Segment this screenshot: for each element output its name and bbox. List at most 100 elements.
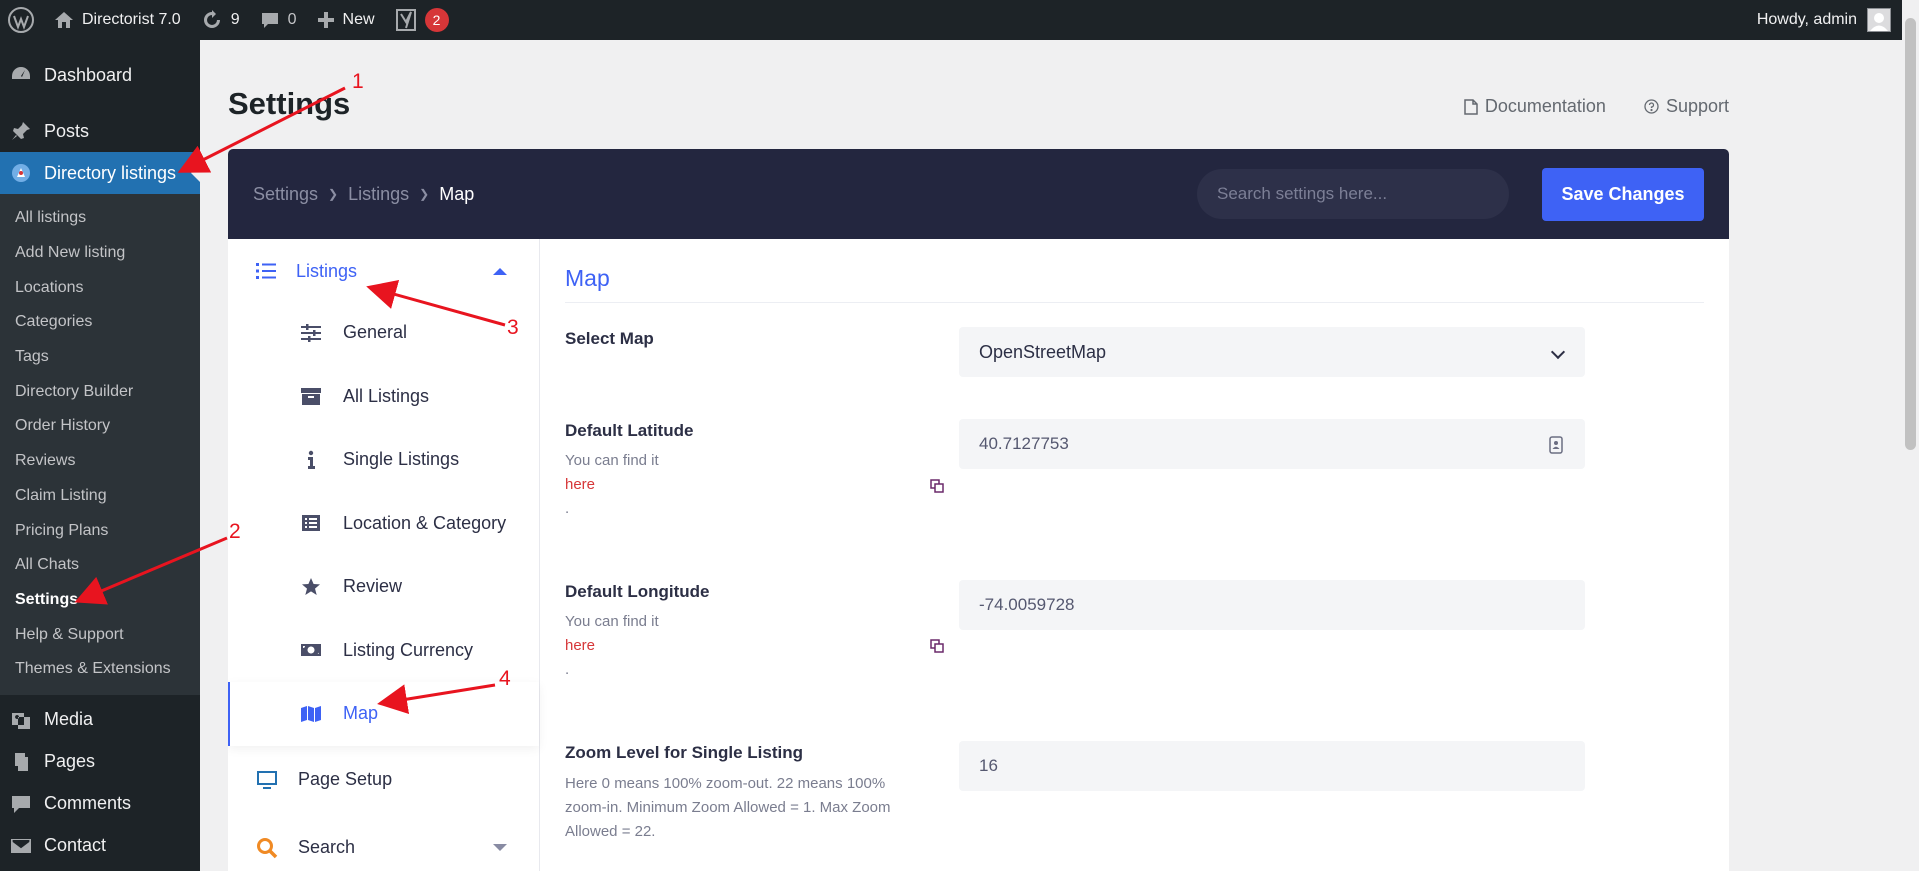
yoast-link[interactable]: 2: [385, 0, 459, 40]
longitude-find-text: You can find it: [565, 613, 659, 630]
submenu-add-new-listing[interactable]: Add New listing: [0, 236, 200, 271]
longitude-value: -74.0059728: [979, 595, 1075, 614]
wordpress-logo-icon[interactable]: [0, 0, 44, 40]
menu-contact-label: Contact: [44, 835, 107, 856]
submenu-directory-builder[interactable]: Directory Builder: [0, 374, 200, 409]
select-map-dropdown[interactable]: OpenStreetMap: [959, 327, 1585, 377]
settings-topbar: Settings ❯ Listings ❯ Map Save Changes: [228, 149, 1729, 239]
submenu-claim-listing[interactable]: Claim Listing: [0, 479, 200, 514]
updates-count: 9: [230, 11, 240, 28]
caret-down-icon[interactable]: [493, 844, 507, 851]
howdy-text[interactable]: Howdy, admin: [1757, 11, 1857, 29]
site-name-link[interactable]: Directorist 7.0: [44, 0, 191, 40]
nav-group-listings-label: Listings: [296, 260, 358, 281]
nav-item-all-listings[interactable]: All Listings: [228, 365, 539, 429]
menu-dashboard[interactable]: Dashboard: [0, 54, 200, 96]
zoom-description: Here 0 means 100% zoom-out. 22 means 100…: [565, 775, 891, 840]
support-link[interactable]: Support: [1644, 96, 1729, 117]
submenu-order-history[interactable]: Order History: [0, 409, 200, 444]
search-icon: [257, 837, 278, 858]
longitude-input[interactable]: -74.0059728: [959, 580, 1585, 630]
nav-item-location-category[interactable]: Location & Category: [228, 492, 539, 556]
avatar[interactable]: [1867, 8, 1891, 32]
breadcrumb-listings[interactable]: Listings: [348, 184, 409, 205]
caret-up-icon[interactable]: [493, 267, 507, 275]
yoast-badge: 2: [424, 8, 449, 32]
page-title: Settings: [228, 86, 351, 121]
latitude-find-text: You can find it: [565, 452, 659, 469]
nav-item-map[interactable]: Map: [228, 682, 539, 746]
list-alt-icon: [302, 515, 320, 532]
submenu-all-chats[interactable]: All Chats: [0, 548, 200, 583]
submenu-themes-extensions[interactable]: Themes & Extensions: [0, 652, 200, 687]
contact-card-icon: [1549, 436, 1563, 454]
nav-group-page-setup[interactable]: Page Setup: [228, 746, 539, 814]
submenu-categories[interactable]: Categories: [0, 305, 200, 340]
menu-directory-listings[interactable]: Directory listings: [0, 152, 200, 194]
chevron-down-icon: [1550, 344, 1566, 360]
media-icon: [12, 712, 30, 729]
menu-directory-listings-label: Directory listings: [44, 162, 177, 183]
admin-bar: Directorist 7.0 9 0 New 2 Howdy, admin: [0, 0, 1919, 40]
breadcrumb-settings[interactable]: Settings: [253, 184, 318, 205]
submenu-reviews[interactable]: Reviews: [0, 444, 200, 479]
nav-item-review-label: Review: [343, 576, 403, 597]
archive-icon: [301, 388, 321, 406]
submenu-pricing-plans[interactable]: Pricing Plans: [0, 513, 200, 548]
zoom-input[interactable]: 16: [959, 741, 1585, 791]
nav-item-listing-currency[interactable]: Listing Currency: [228, 619, 539, 683]
settings-content: Map Select Map OpenStreetMap Default Lat…: [540, 239, 1729, 871]
nav-group-search[interactable]: Search: [228, 814, 539, 871]
menu-posts-label: Posts: [44, 120, 90, 141]
settings-search[interactable]: [1197, 169, 1509, 219]
nav-item-general[interactable]: General: [228, 301, 539, 365]
map-icon: [301, 705, 321, 722]
page-scrollbar[interactable]: [1902, 0, 1919, 871]
site-name: Directorist 7.0: [82, 11, 181, 28]
yoast-icon: [395, 9, 416, 31]
header-links: Documentation Support: [1464, 96, 1729, 117]
longitude-dot: .: [565, 661, 570, 678]
new-content-link[interactable]: New: [307, 0, 385, 40]
longitude-label: Default Longitude: [565, 582, 710, 601]
settings-search-input[interactable]: [1217, 184, 1509, 204]
menu-posts[interactable]: Posts: [0, 110, 200, 152]
menu-comments[interactable]: Comments: [0, 783, 200, 825]
longitude-here-link[interactable]: here: [565, 634, 920, 658]
comments-link[interactable]: 0: [250, 0, 307, 40]
breadcrumb-chevron-icon: ❯: [419, 187, 430, 201]
latitude-value: 40.7127753: [979, 434, 1069, 453]
comments-icon: [12, 795, 30, 813]
menu-dashboard-label: Dashboard: [44, 64, 133, 85]
nav-item-general-label: General: [343, 322, 408, 343]
support-label: Support: [1665, 96, 1729, 116]
scrollbar-thumb[interactable]: [1905, 18, 1916, 450]
latitude-here-link[interactable]: here: [565, 473, 920, 497]
nav-group-listings[interactable]: Listings: [228, 239, 539, 301]
select-map-value: OpenStreetMap: [979, 341, 1107, 362]
submenu-help-support[interactable]: Help & Support: [0, 617, 200, 652]
dashboard-icon: [12, 67, 30, 79]
menu-contact[interactable]: Contact: [0, 825, 200, 867]
menu-pages[interactable]: Pages: [0, 741, 200, 783]
updates-link[interactable]: 9: [191, 0, 250, 40]
save-changes-button[interactable]: Save Changes: [1542, 167, 1704, 221]
user-avatar-icon: [1870, 13, 1888, 31]
money-bill-icon: [301, 644, 321, 657]
nav-item-review[interactable]: Review: [228, 555, 539, 619]
latitude-dot: .: [565, 500, 570, 517]
submenu-settings[interactable]: Settings: [0, 583, 200, 618]
latitude-input[interactable]: 40.7127753: [959, 419, 1585, 469]
nav-item-single-listings[interactable]: Single Listings: [228, 428, 539, 492]
zoom-value: 16: [979, 756, 998, 775]
nav-group-page-setup-label: Page Setup: [298, 769, 393, 789]
copy-icon[interactable]: [930, 639, 944, 653]
menu-media[interactable]: Media: [0, 699, 200, 741]
home-icon: [55, 12, 73, 28]
copy-icon[interactable]: [930, 479, 944, 493]
submenu-locations[interactable]: Locations: [0, 270, 200, 305]
longitude-description: You can find it here .: [565, 610, 920, 682]
submenu-all-listings[interactable]: All listings: [0, 201, 200, 236]
documentation-link[interactable]: Documentation: [1464, 96, 1606, 117]
submenu-tags[interactable]: Tags: [0, 340, 200, 375]
